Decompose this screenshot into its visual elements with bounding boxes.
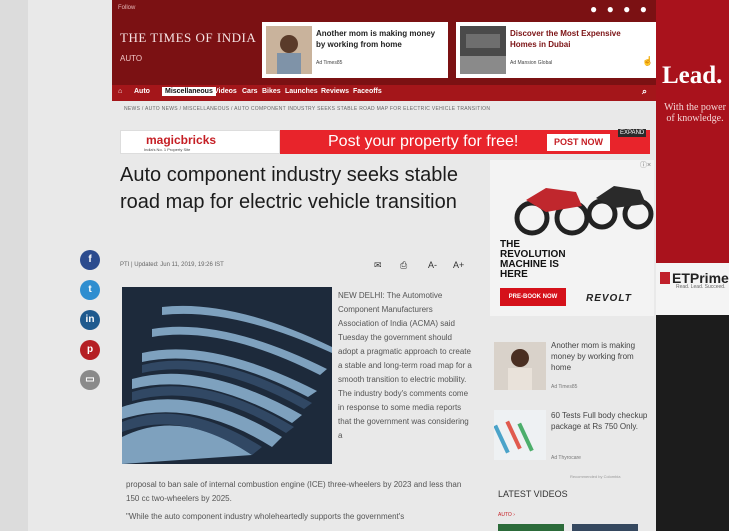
promo-thumbnail	[460, 26, 506, 74]
recommended-title[interactable]: 60 Tests Full body checkup package at Rs…	[551, 410, 649, 432]
nav-item-launches[interactable]: Launches	[285, 88, 318, 95]
comment-icon[interactable]: ▭	[80, 370, 100, 390]
header-promo-2[interactable]: Discover the Most Expensive Homes in Dub…	[456, 22, 656, 78]
revolt-ad-title: THE REVOLUTION MACHINE IS HERE	[500, 239, 566, 280]
nav-item-bikes[interactable]: Bikes	[262, 88, 281, 95]
promo-title[interactable]: Another mom is making money by working f…	[316, 28, 446, 50]
promo-source: Ad Times85	[316, 60, 343, 66]
promo-thumbnail	[266, 26, 312, 74]
site-masthead[interactable]: THE TIMES OF INDIA	[120, 30, 256, 46]
recommended-source: Ad Thyrocare	[551, 455, 581, 461]
side-ad-subtitle: With the power of knowledge.	[664, 102, 726, 124]
post-now-button[interactable]: POST NOW	[547, 134, 610, 151]
nav-item-videos[interactable]: Videos	[214, 88, 237, 95]
promo-title[interactable]: Discover the Most Expensive Homes in Dub…	[510, 28, 640, 50]
pinterest-icon[interactable]: p	[80, 340, 100, 360]
ad-choices-icon[interactable]: ☝	[642, 56, 653, 67]
promo-source: Ad Mansion Global	[510, 60, 553, 66]
etprime-tagline: Read. Lead. Succeed.	[676, 284, 726, 290]
recommended-source: Ad Times85	[551, 384, 578, 390]
side-dark-area	[656, 315, 729, 531]
facebook-icon[interactable]: f	[80, 250, 100, 270]
nav-item-cars[interactable]: Cars	[242, 88, 258, 95]
social-follow-dots-icon[interactable]: ● ● ● ●	[590, 2, 650, 16]
follow-label[interactable]: Follow	[118, 5, 135, 11]
article-byline: PTI | Updated: Jun 11, 2019, 19:26 IST	[120, 262, 224, 268]
latest-videos-category[interactable]: AUTO ›	[498, 512, 515, 518]
linkedin-icon[interactable]: in	[80, 310, 100, 330]
print-icon[interactable]: ⎙	[400, 260, 407, 271]
magicbricks-tagline: India's No. 1 Property Site	[144, 147, 191, 152]
left-bezel	[0, 0, 28, 531]
video-thumbnail[interactable]	[498, 524, 564, 531]
video-thumbnail[interactable]	[572, 524, 638, 531]
expand-button[interactable]: EXPAND	[618, 129, 647, 137]
side-ad-lead: Lead.	[662, 62, 723, 89]
search-icon[interactable]: ⌕	[642, 86, 647, 97]
nav-item-miscellaneous[interactable]: Miscellaneous	[162, 87, 216, 96]
section-label[interactable]: AUTO	[120, 54, 142, 63]
article-body-lead: NEW DELHI: The Automotive Component Manu…	[338, 291, 472, 440]
header-promo-1[interactable]: Another mom is making money by working f…	[262, 22, 448, 78]
etprime-icon	[660, 272, 670, 284]
recommended-thumbnail[interactable]	[494, 342, 546, 390]
recommended-by-label: Recommended by Colombia	[570, 474, 621, 479]
article-headline: Auto component industry seeks stable roa…	[120, 164, 458, 213]
article-body-paragraph: proposal to ban sale of internal combust…	[126, 480, 462, 503]
nav-item-faceoffs[interactable]: Faceoffs	[353, 88, 382, 95]
recommended-thumbnail[interactable]	[493, 410, 546, 460]
recommended-title[interactable]: Another mom is making money by working f…	[551, 340, 649, 373]
magicbricks-logo: magicbricks	[146, 133, 217, 147]
home-icon[interactable]: ⌂	[118, 88, 122, 95]
ad-close-icon[interactable]: ⓘ×	[640, 160, 651, 170]
banner-text: Post your property for free!	[328, 133, 519, 150]
font-decrease-button[interactable]: A-	[428, 260, 437, 270]
latest-videos-heading: LATEST VIDEOS	[498, 489, 568, 499]
breadcrumb[interactable]: NEWS / AUTO NEWS / MISCELLANEOUS / AUTO …	[124, 106, 490, 112]
article-image	[122, 287, 332, 464]
pre-book-button[interactable]: PRE-BOOK NOW	[500, 288, 566, 306]
twitter-icon[interactable]: t	[80, 280, 100, 300]
article-body-paragraph: "While the auto component industry whole…	[126, 512, 405, 521]
font-increase-button[interactable]: A+	[453, 260, 464, 270]
nav-item-reviews[interactable]: Reviews	[321, 88, 349, 95]
email-icon[interactable]: ✉	[374, 260, 382, 271]
main-nav: ⌂ Auto Miscellaneous Videos Cars Bikes L…	[112, 85, 656, 101]
revolt-logo: REVOLT	[586, 293, 632, 304]
nav-item-auto[interactable]: Auto	[134, 88, 150, 95]
